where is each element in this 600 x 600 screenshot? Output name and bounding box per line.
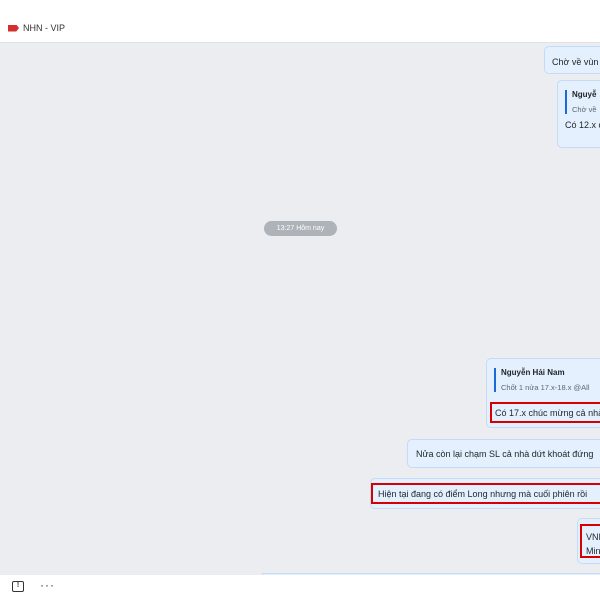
- reply-quote[interactable]: Nguyễn Hải Nam Chốt 1 nửa 17.x-18.x @All: [494, 368, 600, 392]
- message-text-highlighted[interactable]: VNI Min: [580, 524, 600, 558]
- more-options-icon[interactable]: ···: [40, 578, 55, 592]
- chat-title[interactable]: NHN - VIP: [23, 23, 65, 33]
- reply-quote[interactable]: Nguyễ Chờ về: [565, 90, 600, 114]
- chat-footer: ! ···: [0, 575, 600, 600]
- feedback-icon[interactable]: !: [12, 581, 24, 592]
- message-text-highlighted[interactable]: Hiện tại đang có điểm Long nhưng mà cuối…: [371, 483, 600, 504]
- message-text-highlighted[interactable]: Có 17.x chúc mừng cả nhà: [490, 402, 600, 423]
- message-bubble[interactable]: Nguyễ Chờ về Có 12.x c: [557, 80, 600, 148]
- message-text: Có 12.x c: [565, 120, 600, 130]
- message-text: Nửa còn lại chạm SL cả nhà dứt khoát đứn…: [416, 449, 594, 459]
- message-text: Chờ về vùn: [552, 57, 599, 67]
- chat-area[interactable]: Chờ về vùn Nguyễ Chờ về Có 12.x c 13:27 …: [0, 43, 600, 575]
- quote-text: Chốt 1 nửa 17.x-18.x @All: [501, 383, 590, 392]
- quote-author: Nguyễ: [572, 90, 597, 99]
- chat-header: NHN - VIP: [0, 0, 600, 43]
- quote-text: Chờ về: [572, 105, 597, 114]
- tag-icon: [8, 24, 19, 32]
- message-bubble[interactable]: Nửa còn lại chạm SL cả nhà dứt khoát đứn…: [407, 439, 600, 468]
- time-divider: 13:27 Hôm nay: [264, 221, 337, 236]
- quote-author: Nguyễn Hải Nam: [501, 368, 565, 377]
- message-bubble[interactable]: Chờ về vùn: [544, 46, 600, 74]
